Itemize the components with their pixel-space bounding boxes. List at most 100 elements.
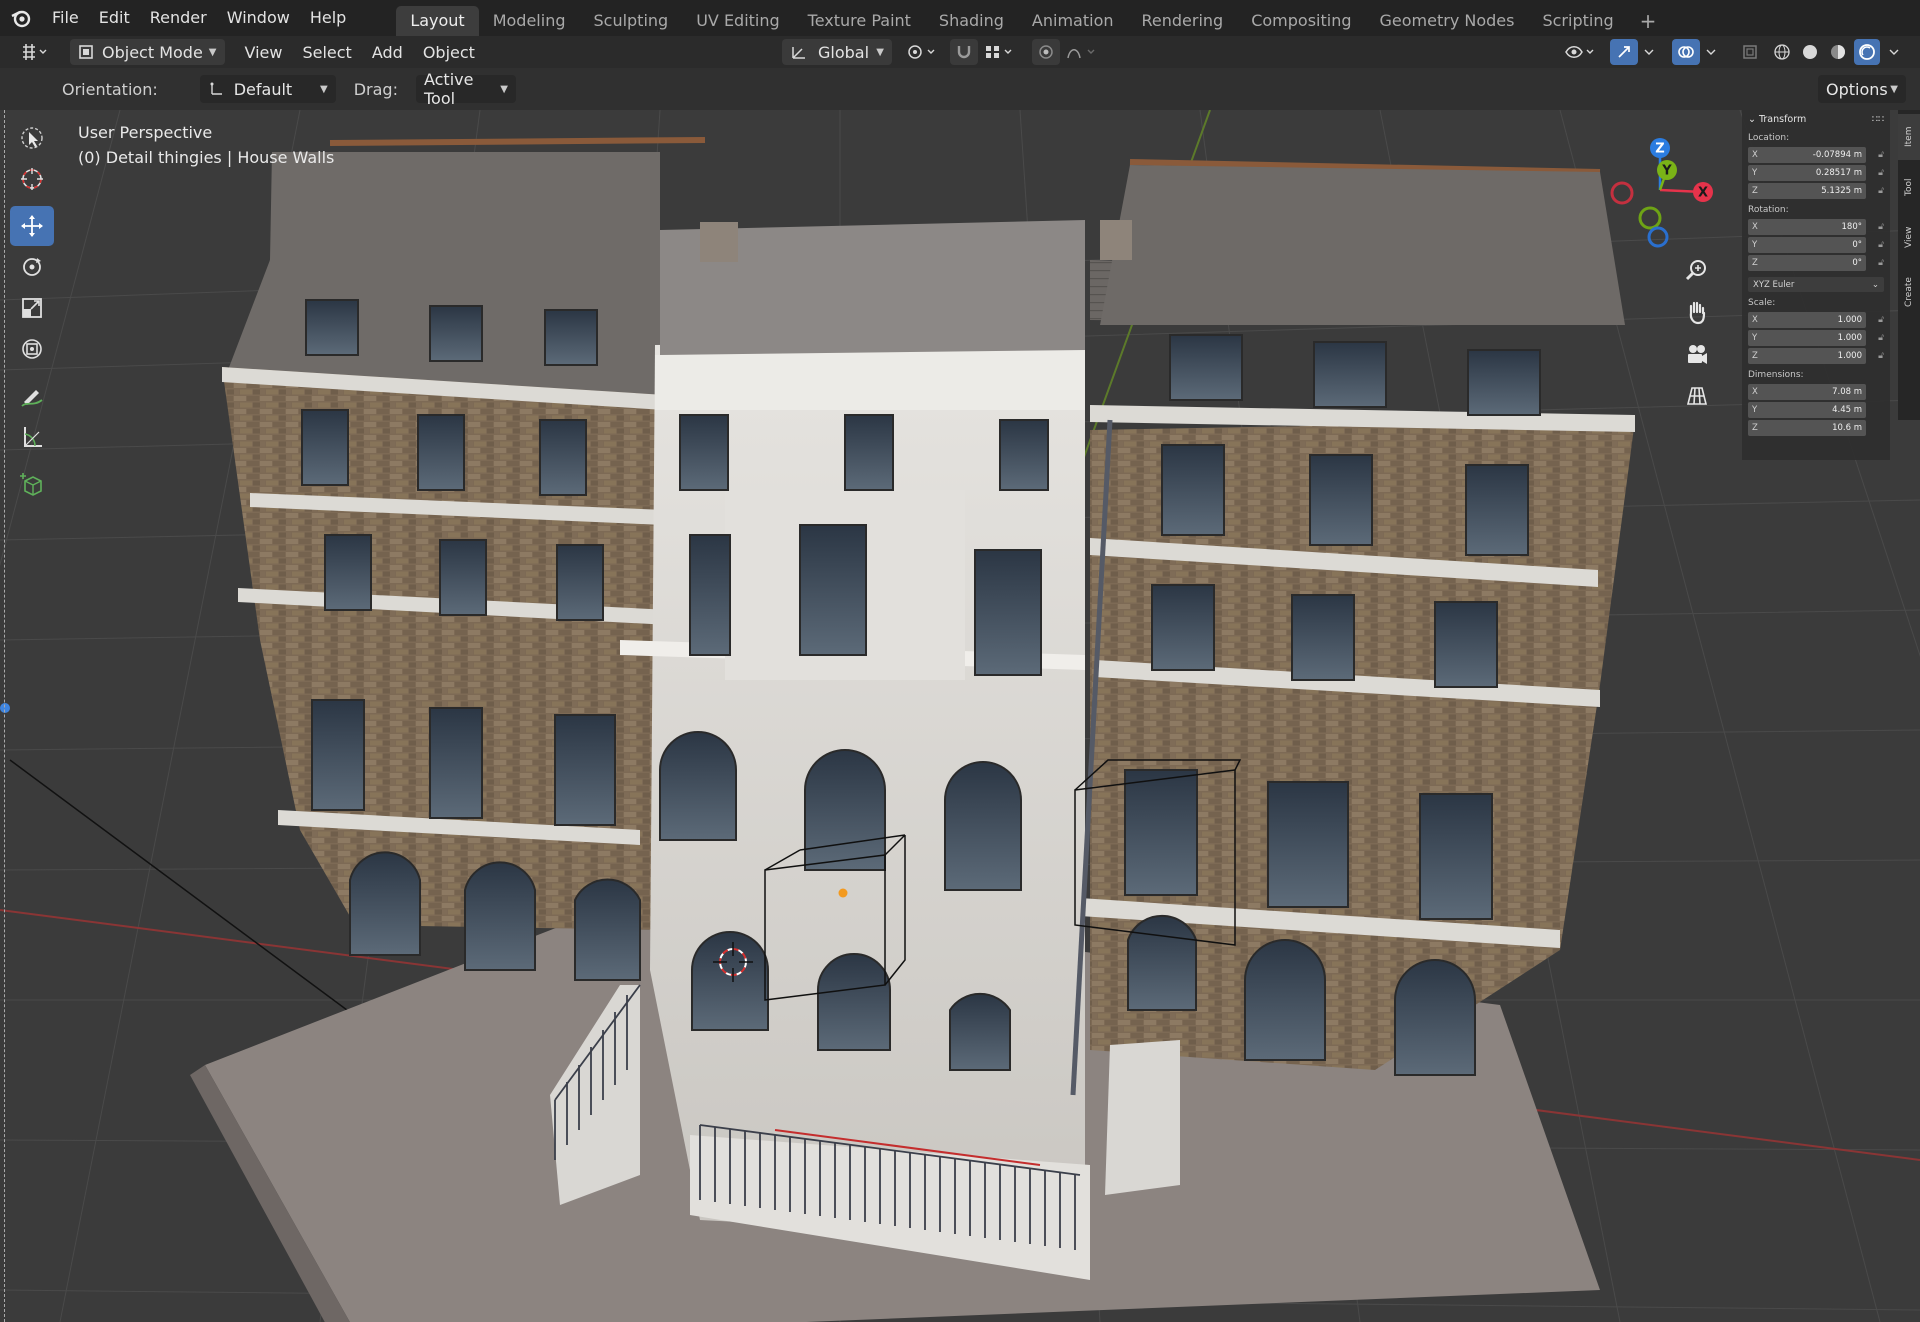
xray-toggle[interactable] bbox=[1736, 39, 1764, 65]
camera-view-button[interactable] bbox=[1679, 336, 1715, 372]
transform-orientation-dropdown[interactable]: Global ▼ bbox=[782, 39, 892, 65]
editor-type-icon bbox=[23, 44, 47, 60]
select-box-icon bbox=[21, 127, 43, 149]
menu-render[interactable]: Render bbox=[140, 0, 217, 36]
tab-scripting[interactable]: Scripting bbox=[1528, 6, 1627, 36]
tool-transform[interactable] bbox=[10, 329, 54, 369]
zoom-button[interactable] bbox=[1679, 252, 1715, 288]
sidebar-tab-tool[interactable]: Tool bbox=[1898, 164, 1920, 210]
snap-toggle[interactable] bbox=[950, 39, 978, 65]
pivot-point-button[interactable] bbox=[902, 39, 942, 65]
falloff-dropdown[interactable] bbox=[1062, 39, 1102, 65]
tab-compositing[interactable]: Compositing bbox=[1237, 6, 1365, 36]
axis-label: X bbox=[1752, 386, 1758, 397]
visibility-dropdown[interactable] bbox=[1560, 39, 1600, 65]
location-y-field[interactable]: Y 0.28517 m bbox=[1748, 164, 1866, 181]
tool-select-box[interactable] bbox=[10, 118, 54, 158]
scale-y-field[interactable]: Y 1.000 bbox=[1748, 329, 1866, 346]
menu-add[interactable]: Add bbox=[362, 43, 413, 62]
options-dropdown[interactable]: Options ▼ bbox=[1818, 75, 1906, 103]
transform-panel-header[interactable]: ⌄ Transform ∷∷ bbox=[1748, 114, 1884, 125]
tool-move[interactable] bbox=[10, 206, 54, 246]
tool-annotate[interactable] bbox=[10, 376, 54, 416]
material-shading-button[interactable] bbox=[1826, 39, 1850, 65]
wireframe-shading-button[interactable] bbox=[1770, 39, 1794, 65]
dimensions-z-field[interactable]: Z 10.6 m bbox=[1748, 419, 1866, 436]
lock-icon[interactable]: 🔓︎ bbox=[1866, 168, 1884, 178]
solid-shading-button[interactable] bbox=[1798, 39, 1822, 65]
tool-rotate[interactable] bbox=[10, 247, 54, 287]
mode-dropdown[interactable]: Object Mode ▼ bbox=[70, 39, 225, 65]
tab-animation[interactable]: Animation bbox=[1018, 6, 1128, 36]
scale-y-value: 1.000 bbox=[1837, 332, 1862, 343]
scale-x-field[interactable]: X 1.000 bbox=[1748, 311, 1866, 328]
snap-target-dropdown[interactable] bbox=[980, 39, 1018, 65]
sidebar-tab-view[interactable]: View bbox=[1898, 214, 1920, 260]
drag-dropdown[interactable]: Active Tool ▼ bbox=[415, 70, 516, 108]
tab-modeling[interactable]: Modeling bbox=[479, 6, 580, 36]
menu-select[interactable]: Select bbox=[292, 43, 361, 62]
location-z-field[interactable]: Z 5.1325 m bbox=[1748, 182, 1866, 199]
editor-type-button[interactable] bbox=[14, 39, 54, 65]
tab-geometry-nodes[interactable]: Geometry Nodes bbox=[1366, 6, 1529, 36]
blender-logo-icon[interactable] bbox=[0, 0, 42, 36]
menu-edit[interactable]: Edit bbox=[89, 0, 140, 36]
menu-help[interactable]: Help bbox=[300, 0, 356, 36]
ortho-toggle-button[interactable] bbox=[1679, 378, 1715, 414]
location-x-row: X -0.07894 m 🔓︎ bbox=[1748, 146, 1884, 163]
tool-add-cube[interactable] bbox=[10, 464, 54, 504]
rotation-y-field[interactable]: Y 0° bbox=[1748, 236, 1866, 253]
shading-dropdown[interactable] bbox=[1884, 39, 1904, 65]
location-x-field[interactable]: X -0.07894 m bbox=[1748, 146, 1866, 163]
gizmo-dropdown[interactable] bbox=[1638, 39, 1660, 65]
lock-icon[interactable]: 🔓︎ bbox=[1866, 186, 1884, 196]
tool-measure[interactable] bbox=[10, 417, 54, 457]
rotation-z-field[interactable]: Z 0° bbox=[1748, 254, 1866, 271]
rotation-y-row: Y 0° 🔓︎ bbox=[1748, 236, 1884, 253]
overlays-toggle[interactable] bbox=[1672, 39, 1700, 65]
tab-uv-editing[interactable]: UV Editing bbox=[682, 6, 793, 36]
orientation-setting-dropdown[interactable]: Default ▼ bbox=[199, 75, 336, 103]
dimensions-label: Dimensions: bbox=[1748, 370, 1804, 380]
menu-view[interactable]: View bbox=[235, 43, 293, 62]
sidebar-tab-create[interactable]: Create bbox=[1898, 264, 1920, 320]
add-workspace-button[interactable]: + bbox=[1628, 6, 1669, 36]
lock-icon[interactable]: 🔓︎ bbox=[1866, 351, 1884, 361]
3d-viewport[interactable]: User Perspective (0) Detail thingies | H… bbox=[0, 110, 1920, 1322]
tool-scale[interactable] bbox=[10, 288, 54, 328]
chevron-down-icon: ▼ bbox=[876, 46, 884, 58]
tab-shading[interactable]: Shading bbox=[925, 6, 1018, 36]
lock-icon[interactable]: 🔓︎ bbox=[1866, 333, 1884, 343]
dimensions-y-field[interactable]: Y 4.45 m bbox=[1748, 401, 1866, 418]
lock-icon[interactable]: 🔓︎ bbox=[1866, 258, 1884, 268]
axis-label: X bbox=[1752, 149, 1758, 160]
navigation-gizmo[interactable]: Z X Y bbox=[1600, 130, 1720, 250]
tool-cursor[interactable] bbox=[10, 159, 54, 199]
menu-file[interactable]: File bbox=[42, 0, 89, 36]
tab-rendering[interactable]: Rendering bbox=[1128, 6, 1238, 36]
rendered-shading-button[interactable] bbox=[1854, 39, 1880, 65]
lock-icon[interactable]: 🔓︎ bbox=[1866, 222, 1884, 232]
tab-sculpting[interactable]: Sculpting bbox=[579, 6, 682, 36]
pan-button[interactable] bbox=[1679, 294, 1715, 330]
menu-object[interactable]: Object bbox=[413, 43, 485, 62]
lock-icon[interactable]: 🔓︎ bbox=[1866, 315, 1884, 325]
proportional-edit-toggle[interactable] bbox=[1032, 39, 1060, 65]
tab-layout[interactable]: Layout bbox=[396, 6, 479, 36]
lock-icon[interactable]: 🔓︎ bbox=[1866, 240, 1884, 250]
sidebar-tab-item[interactable]: Item bbox=[1898, 114, 1920, 160]
overlays-dropdown[interactable] bbox=[1700, 39, 1722, 65]
menu-window[interactable]: Window bbox=[217, 0, 300, 36]
gizmo-toggle[interactable] bbox=[1610, 39, 1638, 65]
rotation-mode-dropdown[interactable]: XYZ Euler ⌄ bbox=[1748, 277, 1884, 292]
scale-z-field[interactable]: Z 1.000 bbox=[1748, 347, 1866, 364]
dimensions-x-value: 7.08 m bbox=[1832, 386, 1862, 397]
rotation-x-field[interactable]: X 180° bbox=[1748, 218, 1866, 235]
tab-texture-paint[interactable]: Texture Paint bbox=[794, 6, 925, 36]
location-x-value: -0.07894 m bbox=[1812, 149, 1862, 160]
dimensions-x-field[interactable]: X 7.08 m bbox=[1748, 383, 1866, 400]
lock-icon[interactable]: 🔓︎ bbox=[1866, 150, 1884, 160]
drag-handle-icon[interactable]: ∷∷ bbox=[1872, 114, 1884, 125]
falloff-curve-icon bbox=[1067, 49, 1095, 59]
axis-label: Y bbox=[1752, 332, 1758, 343]
